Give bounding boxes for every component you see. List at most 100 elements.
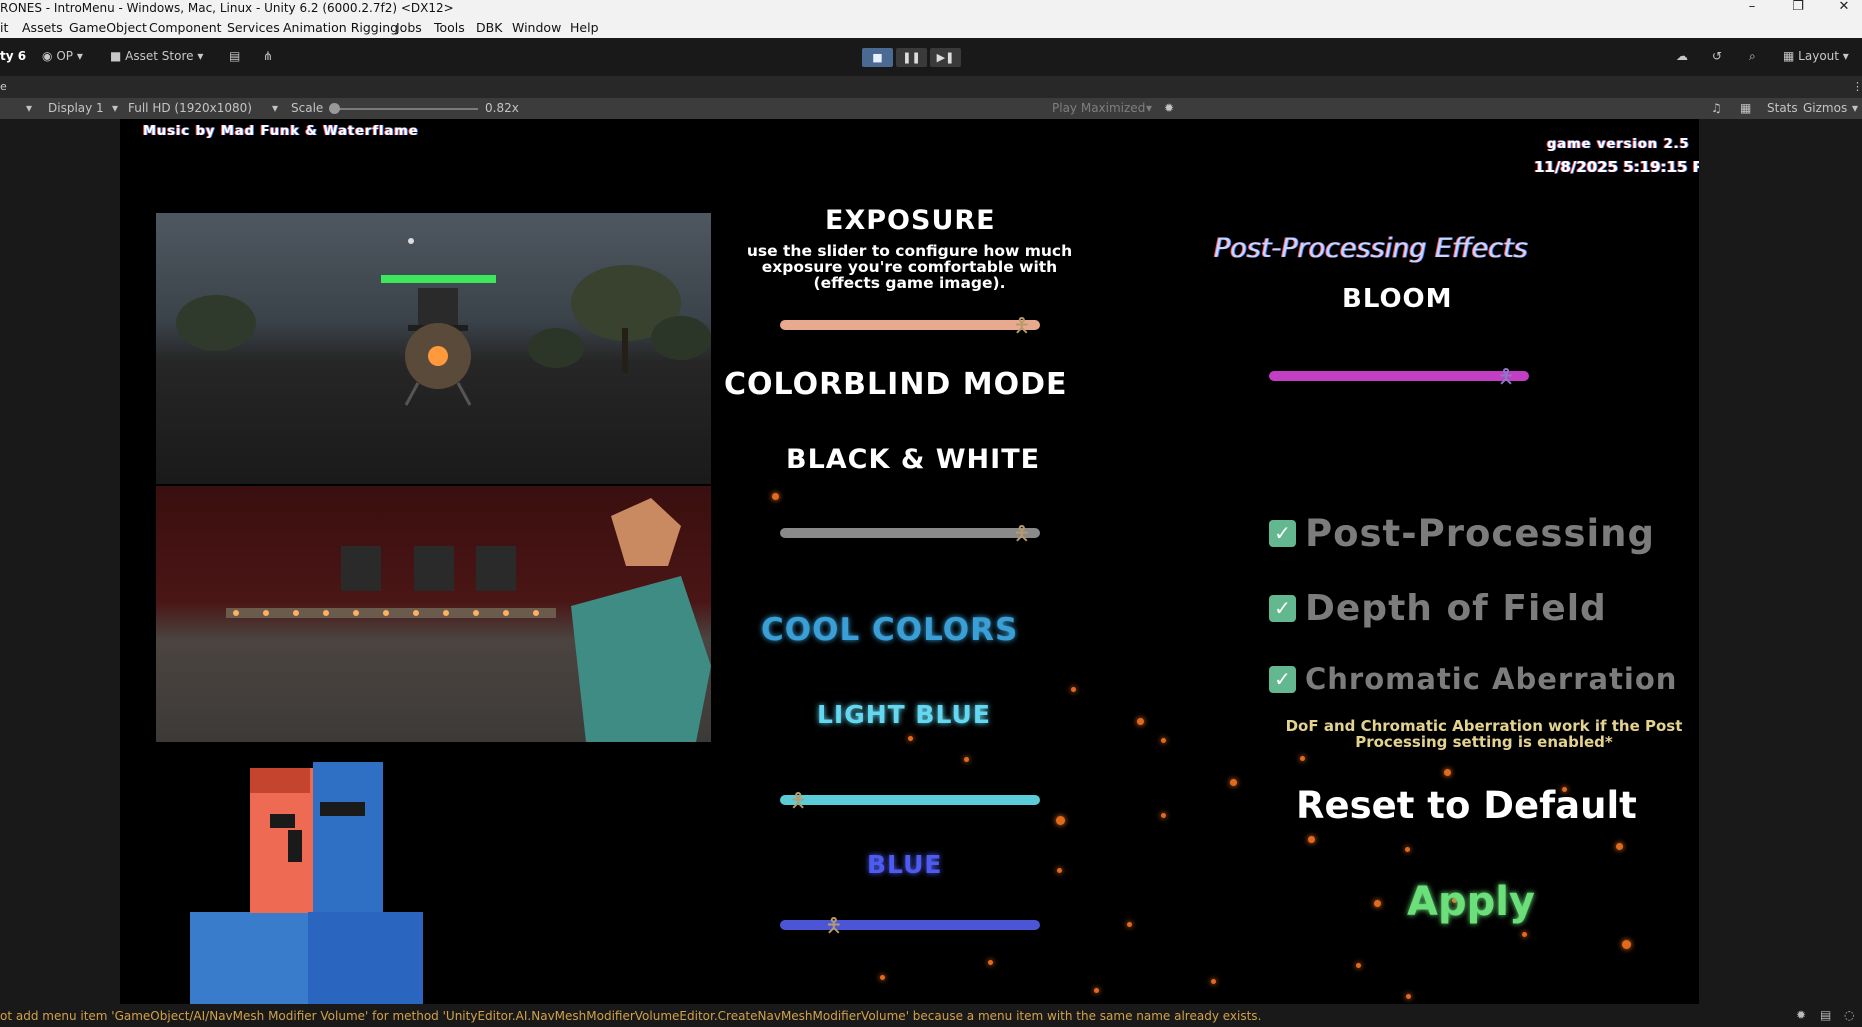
menu-component[interactable]: Component bbox=[149, 20, 222, 35]
package-icon[interactable]: ▤ bbox=[229, 49, 240, 63]
post-processing-toggle[interactable]: ✓ Post-Processing bbox=[1269, 512, 1689, 562]
menu-jobs[interactable]: Jobs bbox=[396, 20, 422, 35]
play-mode-dropdown[interactable]: Play Maximized bbox=[1052, 101, 1145, 115]
chevron-down-icon[interactable]: ▾ bbox=[1852, 101, 1858, 115]
apply-button[interactable]: Apply bbox=[1407, 879, 1535, 925]
scale-slider-track[interactable] bbox=[330, 108, 478, 110]
ember-particle bbox=[880, 975, 885, 980]
asset-store-button[interactable]: ■ Asset Store ▾ bbox=[110, 49, 203, 63]
scale-label: Scale bbox=[291, 101, 324, 115]
close-icon[interactable]: ✕ bbox=[1829, 0, 1859, 16]
chromatic-aberration-toggle[interactable]: ✓ Chromatic Aberration bbox=[1269, 662, 1689, 702]
game-view: Music by Mad Funk & Waterflame game vers… bbox=[120, 119, 1699, 1004]
lock-icon: ■ bbox=[110, 49, 122, 63]
stats-button[interactable]: Stats bbox=[1767, 101, 1798, 115]
depth-of-field-toggle[interactable]: ✓ Depth of Field bbox=[1269, 588, 1689, 634]
layout-button[interactable]: ▦ Layout ▾ bbox=[1783, 49, 1849, 63]
grid-icon[interactable]: ▦ bbox=[1740, 101, 1751, 115]
ember-particle bbox=[1405, 847, 1410, 852]
console-icon[interactable]: ▤ bbox=[1820, 1008, 1831, 1022]
blue-label: BLUE bbox=[867, 850, 943, 879]
cool-colors-title: COOL COLORS bbox=[761, 612, 1019, 648]
slider-handle-icon[interactable]: 🯅 bbox=[1011, 311, 1033, 339]
checkbox-checked-icon[interactable]: ✓ bbox=[1269, 666, 1296, 693]
step-button[interactable]: ▶❚ bbox=[930, 48, 961, 67]
ember-particle bbox=[1622, 940, 1631, 949]
game-tab-row: e ⋮ bbox=[0, 76, 1862, 98]
bloom-label: BLOOM bbox=[1342, 284, 1453, 314]
chevron-down-icon[interactable]: ▾ bbox=[26, 101, 32, 115]
menu-animation-rigging[interactable]: Animation Rigging bbox=[283, 20, 398, 35]
reset-default-button[interactable]: Reset to Default bbox=[1296, 784, 1637, 827]
ember-particle bbox=[1522, 932, 1527, 937]
minimize-icon[interactable]: – bbox=[1737, 0, 1767, 16]
restore-icon[interactable]: ❐ bbox=[1783, 0, 1813, 16]
ember-particle bbox=[1161, 813, 1166, 818]
search-icon[interactable]: ⌕ bbox=[1749, 49, 1756, 64]
ember-particle bbox=[1444, 769, 1451, 776]
black-white-label: BLACK & WHITE bbox=[786, 444, 1041, 475]
bug-icon[interactable]: ✹ bbox=[1164, 101, 1174, 115]
main-toolbar: ty 6 ◉ OP ▾ ■ Asset Store ▾ ▤ ⋔ ■ ❚❚ ▶❚ … bbox=[0, 38, 1862, 76]
exposure-preview-image bbox=[156, 213, 711, 484]
ember-particle bbox=[772, 493, 779, 500]
cloud-icon[interactable]: ☁ bbox=[1676, 49, 1688, 63]
checkbox-checked-icon[interactable]: ✓ bbox=[1269, 520, 1296, 547]
bug-icon[interactable]: ✹ bbox=[1796, 1008, 1806, 1022]
current-datetime: 11/8/2025 5:19:15 PM bbox=[1534, 158, 1699, 176]
menu-gameobject[interactable]: GameObject bbox=[69, 20, 147, 35]
menu-dbk[interactable]: DBK bbox=[476, 20, 502, 35]
game-tab[interactable]: e bbox=[0, 80, 7, 93]
ember-particle bbox=[1127, 922, 1132, 927]
history-icon[interactable]: ↺ bbox=[1712, 49, 1722, 63]
ember-particle bbox=[1356, 963, 1361, 968]
ember-particle bbox=[1230, 779, 1237, 786]
window-title: RONES - IntroMenu - Windows, Mac, Linux … bbox=[0, 1, 454, 15]
light-blue-slider[interactable]: 🯅 bbox=[780, 786, 1040, 814]
pause-button[interactable]: ❚❚ bbox=[896, 48, 927, 67]
display-dropdown[interactable]: Display 1 bbox=[48, 101, 104, 115]
exposure-slider[interactable]: 🯅 bbox=[780, 311, 1040, 339]
status-bar: ot add menu item 'GameObject/AI/NavMesh … bbox=[0, 1004, 1862, 1027]
tab-menu-icon[interactable]: ⋮ bbox=[1852, 80, 1862, 93]
console-warning-message[interactable]: ot add menu item 'GameObject/AI/NavMesh … bbox=[0, 1009, 1261, 1023]
slider-handle-icon[interactable]: 🯅 bbox=[787, 786, 809, 814]
chevron-down-icon: ▾ bbox=[112, 101, 119, 115]
chevron-down-icon: ▾ bbox=[272, 101, 279, 115]
black-white-slider[interactable]: 🯅 bbox=[780, 519, 1040, 547]
audio-icon[interactable]: ♫ bbox=[1711, 101, 1722, 115]
stop-button[interactable]: ■ bbox=[862, 48, 893, 67]
gizmos-button[interactable]: Gizmos bbox=[1803, 101, 1847, 115]
menu-services[interactable]: Services bbox=[227, 20, 280, 35]
exposure-title: EXPOSURE bbox=[825, 205, 996, 236]
chevron-down-icon: ▾ bbox=[197, 49, 204, 63]
menu-window[interactable]: Window bbox=[512, 20, 561, 35]
bloom-slider[interactable]: 🯅 bbox=[1269, 362, 1529, 390]
menu-help[interactable]: Help bbox=[570, 20, 599, 35]
account-button[interactable]: ◉ OP ▾ bbox=[42, 49, 83, 63]
slider-track bbox=[780, 920, 1040, 930]
scale-slider-handle[interactable] bbox=[329, 103, 340, 114]
checkbox-checked-icon[interactable]: ✓ bbox=[1269, 595, 1296, 622]
menu-assets[interactable]: Assets bbox=[22, 20, 63, 35]
menu-edit[interactable]: it bbox=[0, 20, 8, 35]
pixel-character-illustration bbox=[190, 762, 423, 1004]
character-preview-image bbox=[190, 762, 423, 1004]
version-control-icon[interactable]: ⋔ bbox=[263, 49, 273, 63]
ember-particle bbox=[1056, 816, 1065, 825]
room-scene-illustration bbox=[226, 498, 711, 742]
forest-scene-illustration bbox=[176, 238, 711, 406]
menu-tools[interactable]: Tools bbox=[434, 20, 465, 35]
ember-particle bbox=[1137, 718, 1144, 725]
ember-particle bbox=[1374, 900, 1381, 907]
slider-handle-icon[interactable]: 🯅 bbox=[1495, 362, 1517, 390]
colorblind-preview-image bbox=[156, 486, 711, 742]
slider-handle-icon[interactable]: 🯅 bbox=[823, 911, 845, 939]
blue-slider[interactable]: 🯅 bbox=[780, 911, 1040, 939]
slider-handle-icon[interactable]: 🯅 bbox=[1011, 519, 1033, 547]
music-credit: Music by Mad Funk & Waterflame bbox=[143, 124, 419, 139]
unity-label: ty 6 bbox=[0, 49, 27, 63]
progress-icon[interactable]: ◌ bbox=[1844, 1008, 1854, 1022]
chevron-down-icon: ▾ bbox=[1146, 101, 1153, 115]
resolution-dropdown[interactable]: Full HD (1920x1080) bbox=[128, 101, 252, 115]
